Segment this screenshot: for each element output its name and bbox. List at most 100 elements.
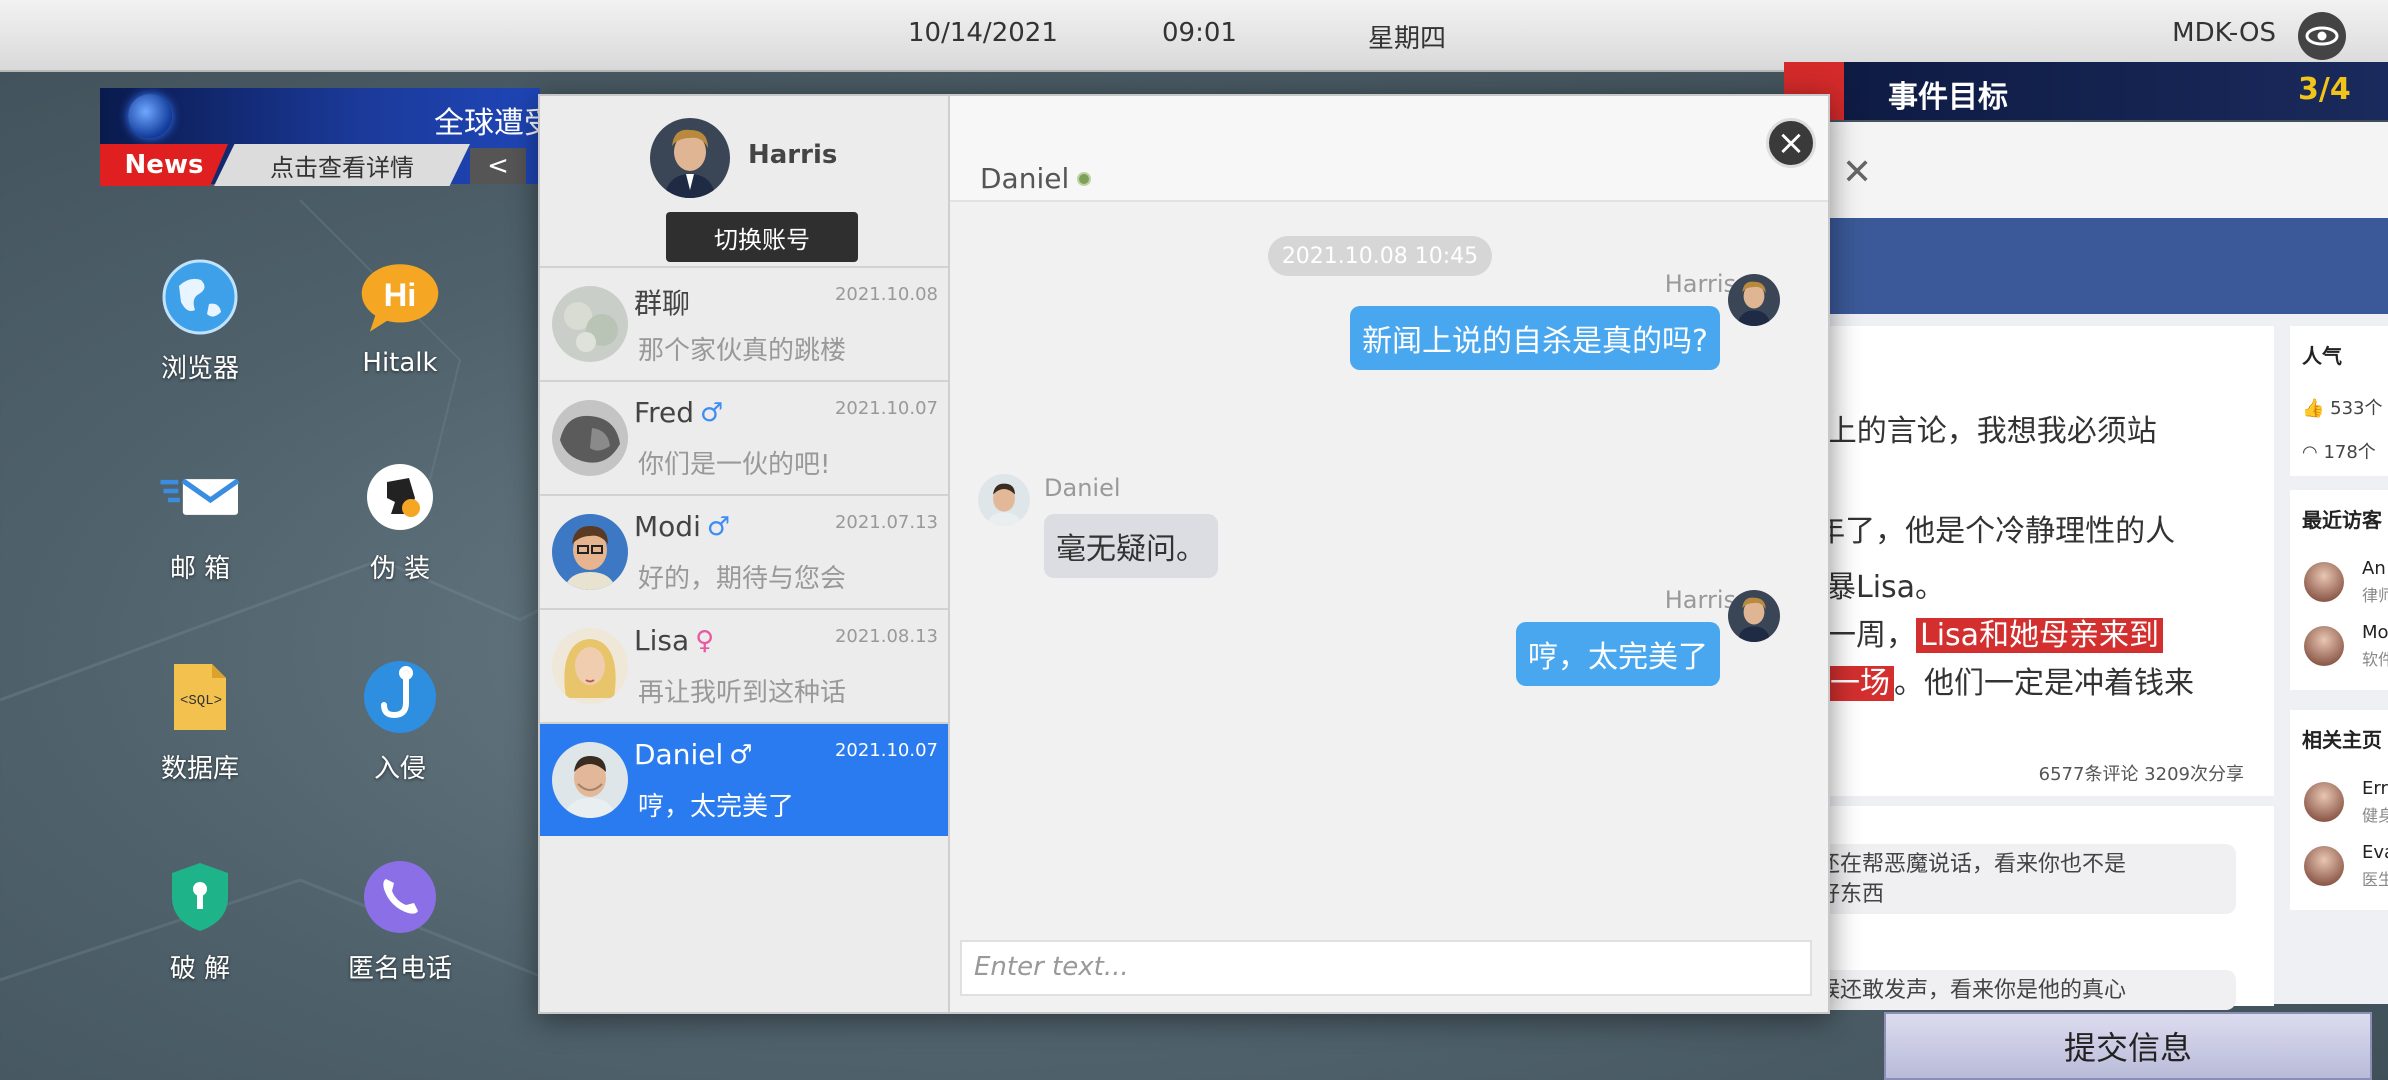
male-icon: ♂ — [729, 739, 753, 770]
app-label: 入侵 — [373, 754, 426, 784]
contact-item-group[interactable]: 群聊 2021.10.08 那个家伙真的跳楼 — [540, 266, 948, 380]
related-name[interactable]: Eva — [2362, 842, 2388, 863]
close-chat-button[interactable]: × — [1766, 118, 1816, 168]
eye-icon[interactable] — [2298, 12, 2346, 60]
target-panel-header[interactable]: 事件目标 3/4 — [1784, 62, 2388, 120]
shield-key-icon — [159, 856, 241, 938]
contact-preview: 那个家伙真的跳楼 — [638, 336, 847, 366]
app-label: 数据库 — [160, 754, 239, 784]
conversation-header: Daniel × — [950, 96, 1828, 202]
related-name[interactable]: Err — [2362, 778, 2388, 799]
contact-name-row: Fred ♂ — [634, 396, 723, 429]
browser-tab[interactable]: ✕ — [1784, 122, 2388, 218]
app-label: 邮 箱 — [169, 554, 231, 584]
close-icon[interactable]: ✕ — [1842, 152, 1872, 193]
avatar[interactable] — [650, 118, 730, 198]
contact-item-lisa[interactable]: Lisa ♀ 2021.08.13 再让我听到这种话 — [540, 608, 948, 722]
visitor-role: 律师 — [2362, 586, 2388, 605]
visitor-name[interactable]: Mo — [2362, 622, 2388, 643]
app-crack[interactable]: 破 解 — [130, 856, 270, 985]
comment: 时候还敢发声，看来你是他的真心 — [1784, 970, 2236, 1010]
avatar — [978, 474, 1030, 526]
app-intrude[interactable]: 入侵 — [330, 656, 470, 785]
current-user-name: Harris — [748, 140, 838, 170]
news-detail-link[interactable]: 点击查看详情 — [214, 144, 470, 186]
app-anon-phone[interactable]: 匿名电话 — [330, 856, 470, 985]
male-icon: ♂ — [706, 511, 731, 542]
contact-name: Lisa — [634, 624, 690, 657]
visitor-role: 软件 — [2362, 650, 2388, 669]
conversation-title: Daniel — [980, 162, 1070, 195]
os-brand: MDK-OS — [2172, 18, 2276, 48]
contacts-panel: Harris 切换账号 群聊 2021.10.08 那个家伙真的跳楼 Fred ♂… — [540, 96, 950, 1012]
contact-name: 群聊 — [634, 287, 691, 320]
switch-account-button[interactable]: 切换账号 — [666, 212, 858, 262]
post-line: 5年了，他是个冷静理性的人 — [1796, 514, 2176, 549]
post-highlight: Lisa和她母亲来到 — [1916, 618, 2164, 653]
submit-info-button[interactable]: 提交信息 — [1884, 1012, 2372, 1080]
conversation-title-row: Daniel — [980, 162, 1092, 195]
contact-item-modi[interactable]: Modi ♂ 2021.07.13 好的，期待与您会 — [540, 494, 948, 608]
time-text: 09:01 — [1162, 18, 1237, 48]
avatar — [552, 742, 628, 818]
avatar[interactable] — [2304, 782, 2344, 822]
contact-preview: 哼，太完美了 — [638, 792, 795, 822]
app-label: 浏览器 — [160, 354, 239, 384]
mail-icon — [159, 456, 241, 538]
comment-text: 然还在帮恶魔说话，看来你也不是 — [1796, 852, 2127, 877]
contact-name-row: Daniel ♂ — [634, 738, 753, 771]
news-tag: News — [100, 144, 228, 186]
message-input[interactable]: Enter text... — [960, 940, 1812, 996]
comment: 然还在帮恶魔说话，看来你也不是 个好东西 — [1784, 844, 2236, 914]
message-bubble-out[interactable]: 新闻上说的自杀是真的吗? — [1350, 306, 1720, 370]
contact-date: 2021.08.13 — [834, 626, 938, 647]
contact-item-daniel[interactable]: Daniel ♂ 2021.10.07 哼，太完美了 — [540, 722, 948, 836]
app-database[interactable]: <SQL> 数据库 — [130, 656, 270, 785]
avatar — [552, 514, 628, 590]
contact-date: 2021.10.07 — [834, 740, 938, 761]
app-label: 匿名电话 — [347, 954, 452, 984]
message-bubble-in[interactable]: 毫无疑问。 — [1044, 514, 1218, 578]
contact-name-row: 群聊 — [634, 282, 690, 322]
app-label: Hitalk — [362, 348, 438, 378]
news-back-button[interactable]: < — [470, 148, 526, 184]
male-icon: ♂ — [699, 397, 724, 428]
contact-item-fred[interactable]: Fred ♂ 2021.10.07 你们是一伙的吧! — [540, 380, 948, 494]
contact-name: Modi — [634, 510, 701, 543]
follows-count: 178个 — [2323, 442, 2376, 463]
news-headline: 全球遭受 — [434, 106, 540, 141]
app-hitalk[interactable]: Hi Hitalk — [330, 256, 470, 378]
app-mail[interactable]: 邮 箱 — [130, 456, 270, 585]
post-line: tb上的言论，我想我必须站 — [1796, 414, 2157, 449]
avatar[interactable] — [2304, 626, 2344, 666]
comment-list: 然还在帮恶魔说话，看来你也不是 个好东西 时候还敢发声，看来你是他的真心 — [1784, 806, 2274, 1010]
visitor-name[interactable]: An — [2362, 558, 2386, 579]
contact-preview: 再让我听到这种话 — [638, 678, 847, 708]
target-title: 事件目标 — [1888, 80, 2008, 115]
message-bubble-out[interactable]: 哼，太完美了 — [1516, 622, 1720, 686]
weekday-text: 星期四 — [1368, 24, 1447, 54]
comment-text: 个好东西 — [1796, 882, 1885, 907]
app-label: 破 解 — [169, 954, 231, 984]
app-browser[interactable]: 浏览器 — [130, 256, 270, 385]
post-line: 。他们一定是冲着钱来 — [1894, 666, 2194, 701]
avatar — [552, 628, 628, 704]
related-role: 健身 — [2362, 806, 2388, 825]
popularity-title: 人气 — [2302, 344, 2342, 368]
avatar — [552, 286, 628, 362]
date-text: 10/14/2021 — [908, 18, 1058, 48]
contact-name-row: Modi ♂ — [634, 510, 730, 543]
conversation-panel: Daniel × 2021.10.08 10:45 Harris 新闻上说的自杀… — [950, 96, 1828, 1012]
contact-name-row: Lisa ♀ — [634, 624, 714, 657]
avatar[interactable] — [2304, 562, 2344, 602]
phone-icon — [359, 856, 441, 938]
app-label: 伪 装 — [369, 554, 431, 584]
avatar[interactable] — [2304, 846, 2344, 886]
online-status-icon — [1077, 171, 1092, 186]
related-role: 医生 — [2362, 870, 2388, 889]
related-box: 相关主页 Err 健身 Eva 医生 — [2290, 710, 2388, 910]
app-disguise[interactable]: 伪 装 — [330, 456, 470, 585]
message-list: 2021.10.08 10:45 Harris 新闻上说的自杀是真的吗? Dan… — [950, 202, 1828, 988]
sql-database-icon: <SQL> — [159, 656, 241, 738]
avatar — [1728, 590, 1780, 642]
